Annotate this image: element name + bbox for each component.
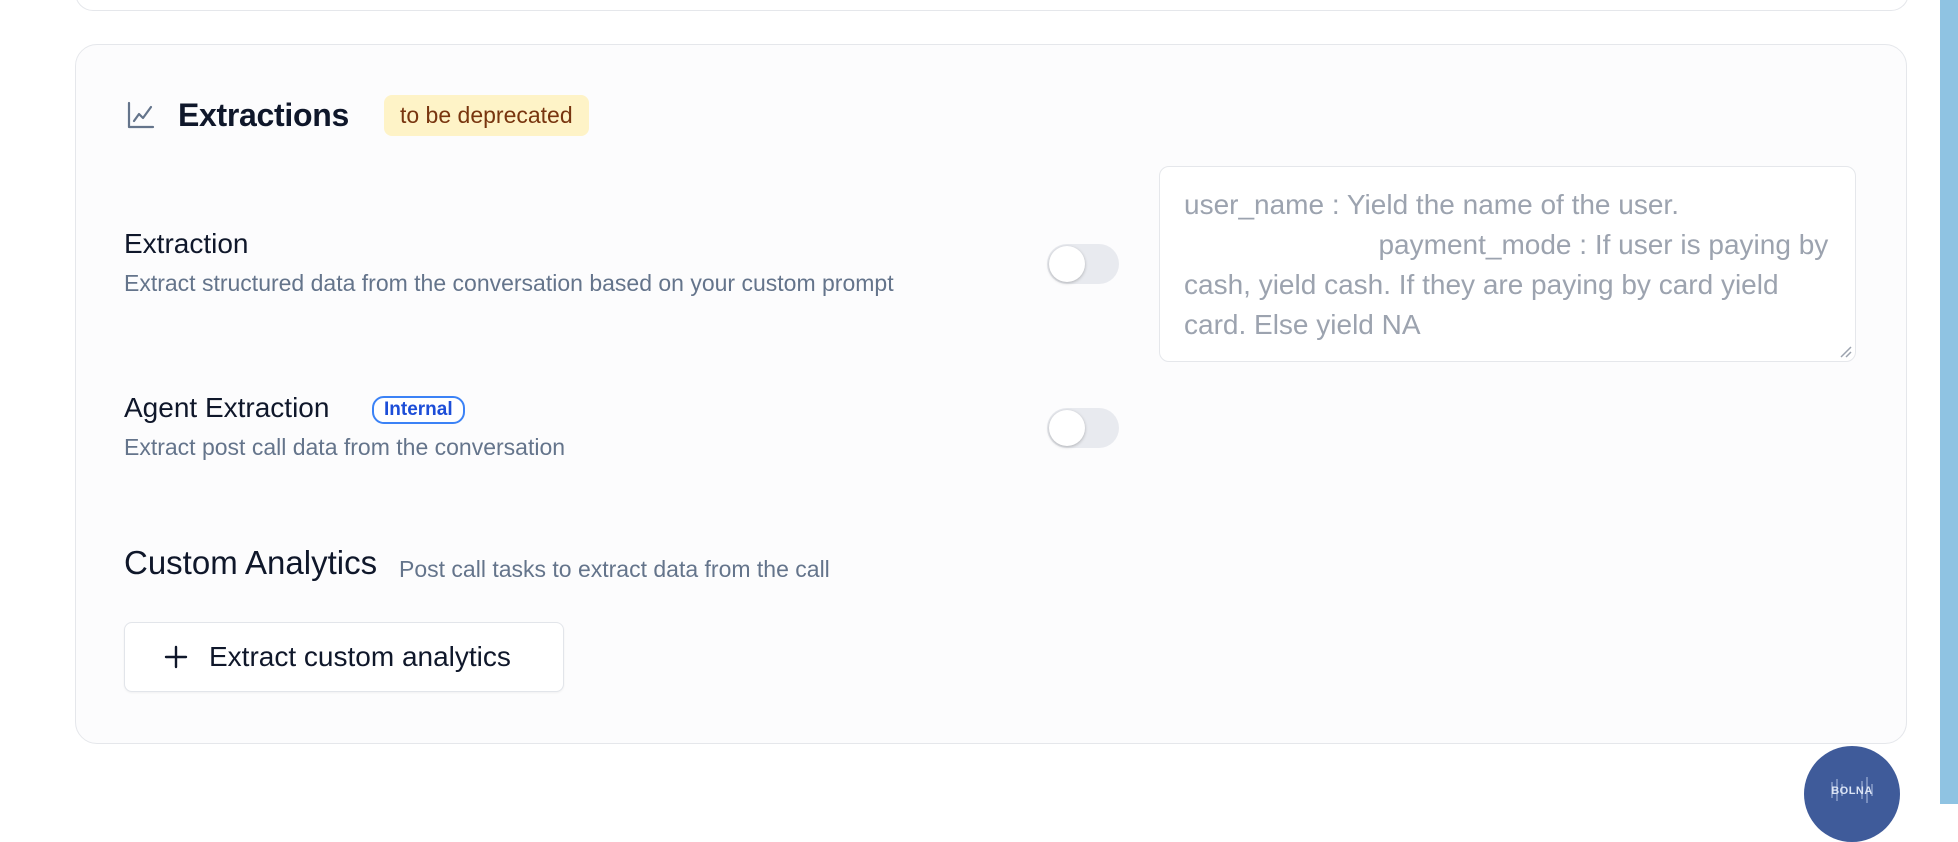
bolna-chat-button[interactable]: BOLNA: [1804, 746, 1900, 842]
agent-extraction-toggle[interactable]: [1047, 408, 1119, 448]
previous-card: [75, 0, 1909, 11]
extract-custom-analytics-label: Extract custom analytics: [209, 641, 511, 672]
extractions-header: Extractions to be deprecated: [126, 94, 589, 136]
prompt-placeholder: user_name : Yield the name of the user. …: [1184, 189, 1829, 340]
extraction-prompt-textarea[interactable]: user_name : Yield the name of the user. …: [1159, 166, 1856, 362]
extraction-label: Extraction: [124, 228, 249, 259]
extraction-toggle[interactable]: [1047, 244, 1119, 284]
agent-extraction-description: Extract post call data from the conversa…: [124, 434, 566, 460]
internal-badge: Internal: [372, 396, 465, 424]
custom-analytics-subtitle: Post call tasks to extract data from the…: [399, 556, 830, 582]
extract-custom-analytics-button[interactable]: Extract custom analytics: [124, 622, 564, 692]
line-chart-icon: [126, 100, 156, 130]
section-title-extractions: Extractions: [178, 96, 349, 133]
extraction-description: Extract structured data from the convers…: [124, 270, 894, 296]
plus-icon: [163, 644, 189, 670]
left-rail: [0, 0, 43, 804]
resize-grip-icon[interactable]: [1838, 344, 1852, 358]
toggle-knob: [1049, 246, 1085, 282]
deprecated-badge: to be deprecated: [383, 94, 589, 136]
section-title-custom-analytics: Custom Analytics: [124, 544, 378, 581]
fab-label: BOLNA: [1831, 785, 1873, 797]
scrollbar[interactable]: [1940, 0, 1958, 804]
agent-extraction-label: Agent Extraction: [124, 392, 330, 423]
toggle-knob: [1049, 410, 1085, 446]
